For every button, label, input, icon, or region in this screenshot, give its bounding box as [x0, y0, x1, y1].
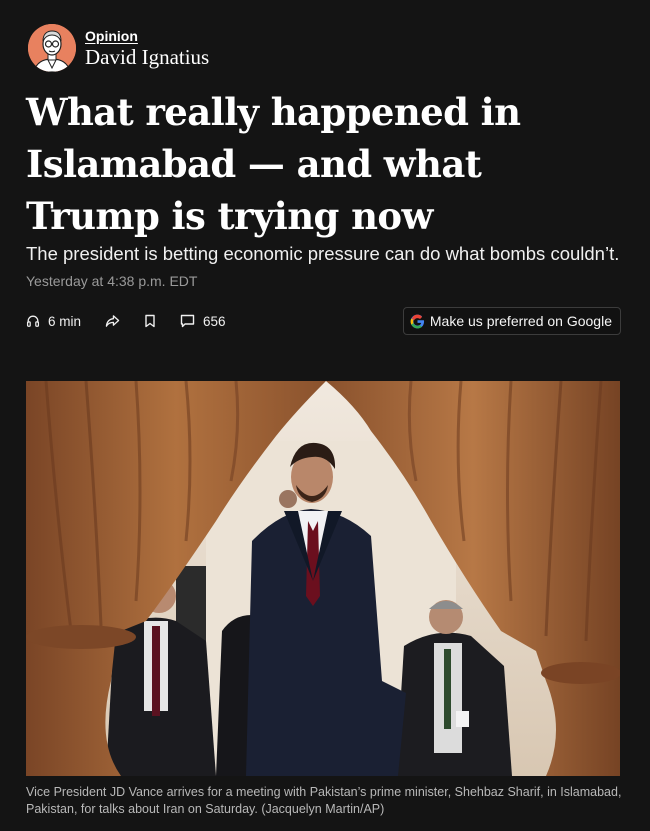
article-dek: The president is betting economic pressu…	[26, 243, 620, 264]
photo-caption: Vice President JD Vance arrives for a me…	[26, 785, 622, 816]
comment-icon	[180, 314, 195, 328]
comments-button[interactable]: 656	[180, 314, 226, 329]
section-link-opinion[interactable]: Opinion	[85, 28, 209, 45]
article-headline: What really happened in Islamabad — and …	[26, 90, 521, 238]
author-name-link[interactable]: David Ignatius	[85, 45, 209, 69]
author-illustration-icon	[28, 24, 76, 72]
google-preferred-button[interactable]: Make us preferred on Google	[402, 307, 621, 335]
share-button[interactable]	[105, 314, 120, 328]
headphones-icon	[26, 315, 40, 327]
lead-photo-image	[26, 381, 620, 776]
save-button[interactable]	[144, 314, 156, 328]
google-g-icon	[410, 314, 424, 328]
share-arrow-icon	[105, 315, 120, 327]
author-avatar[interactable]	[28, 24, 76, 72]
lead-photo[interactable]	[26, 381, 620, 776]
article-toolbar: 6 min 656 Make us preferred on Google	[26, 307, 621, 335]
google-preferred-label: Make us preferred on Google	[429, 313, 612, 329]
publish-timestamp: Yesterday at 4:38 p.m. EDT	[26, 273, 198, 289]
byline: Opinion David Ignatius	[28, 24, 209, 72]
listen-duration: 6 min	[48, 313, 82, 329]
listen-button[interactable]: 6 min	[26, 314, 81, 329]
comments-count: 656	[203, 313, 226, 329]
bookmark-icon	[145, 314, 155, 328]
